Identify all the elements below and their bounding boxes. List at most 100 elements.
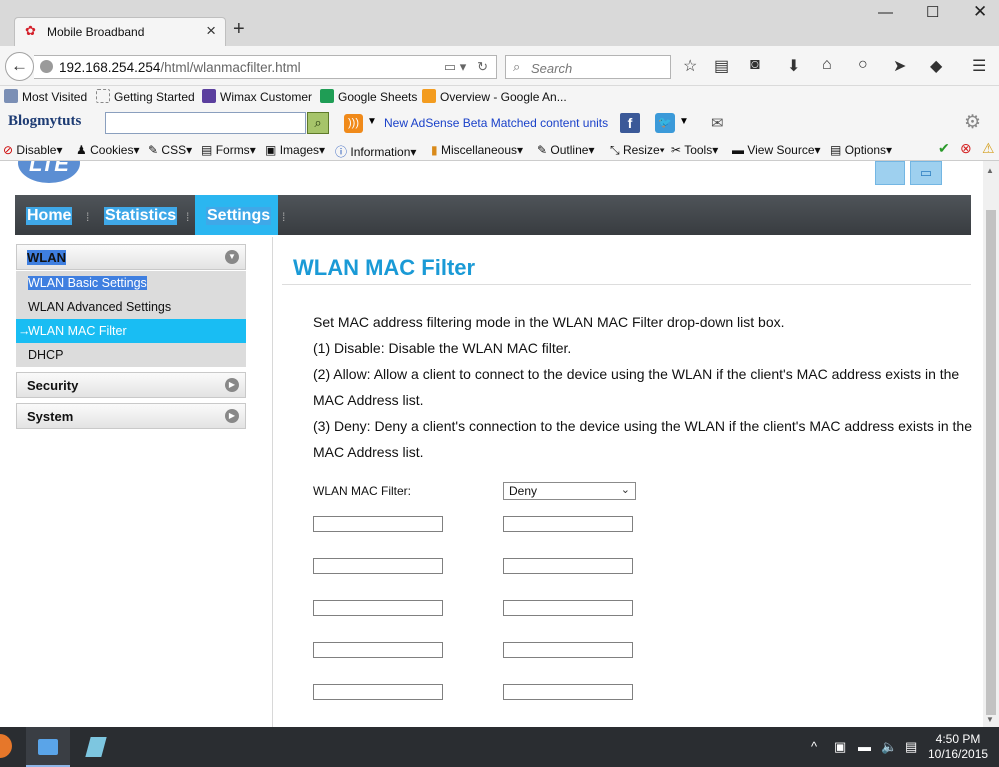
bookmark-star-icon[interactable]: ☆ — [683, 56, 697, 76]
search-input[interactable]: ⌕ Search — [505, 55, 671, 79]
toolbar-search-input[interactable] — [105, 112, 306, 134]
maximize-icon[interactable]: ☐ — [926, 3, 939, 21]
content-divider — [272, 237, 273, 727]
resize-icon: ⤡ — [610, 143, 620, 157]
toolbar-search-button[interactable]: ⌕ — [307, 112, 329, 134]
folder-icon — [4, 89, 18, 103]
sidebar-item-wlan-basic[interactable]: WLAN Basic Settings — [16, 271, 246, 295]
wd-view-source[interactable]: ▬ View Source▾ — [732, 143, 821, 157]
menu-home[interactable]: Home — [26, 207, 73, 225]
outline-icon: ✎ — [537, 143, 548, 157]
scrollbar-thumb[interactable] — [986, 210, 996, 715]
mac-address-input-6[interactable] — [503, 600, 633, 616]
mac-address-input-9[interactable] — [313, 684, 443, 700]
tray-volume-icon[interactable]: 🔈 — [881, 739, 897, 755]
warning-icon[interactable]: ⚠ — [982, 140, 995, 157]
page-icon — [96, 89, 110, 103]
twitter-icon[interactable]: 🐦 — [655, 113, 675, 133]
back-button[interactable]: ← — [5, 52, 34, 81]
tray-battery-icon[interactable]: ▬ — [858, 739, 871, 754]
mac-address-input-8[interactable] — [503, 642, 633, 658]
bookmark-google-sheets[interactable]: Google Sheets — [320, 89, 417, 104]
sidebar-item-wlan-mac-filter[interactable]: → WLAN MAC Filter — [16, 319, 246, 343]
checkmark-icon[interactable]: ✔ — [938, 140, 950, 157]
wd-options[interactable]: ▤ Options▾ — [830, 143, 892, 157]
close-window-icon[interactable]: ✕ — [973, 2, 987, 22]
sidebar-item-wlan-advanced[interactable]: WLAN Advanced Settings — [16, 295, 246, 319]
new-tab-icon[interactable]: + — [233, 18, 245, 41]
mac-address-input-3[interactable] — [313, 558, 443, 574]
app-icon — [38, 739, 58, 755]
reader-view-icon[interactable]: ▭ ▾ ↻ — [444, 59, 488, 75]
wd-images[interactable]: ▣ Images▾ — [265, 143, 325, 157]
notes-taskbar-button[interactable] — [74, 727, 118, 767]
minimize-icon[interactable]: — — [878, 4, 893, 21]
rss-icon[interactable]: ))) — [344, 114, 363, 133]
mac-address-input-10[interactable] — [503, 684, 633, 700]
pocket-icon[interactable]: ◙ — [750, 56, 760, 74]
window-icon[interactable] — [875, 161, 905, 185]
mac-address-input-2[interactable] — [503, 516, 633, 532]
download-icon[interactable]: ⬇ — [787, 56, 800, 76]
wd-disable[interactable]: ⊘ Disable▾ — [3, 143, 62, 157]
scroll-up-icon[interactable]: ▲ — [986, 166, 994, 175]
twitter-dropdown-icon[interactable]: ▼ — [679, 116, 689, 127]
wd-cookies[interactable]: ♟ Cookies▾ — [76, 143, 140, 157]
bookmark-most-visited[interactable]: Most Visited — [4, 89, 87, 104]
sidebar-item-dhcp[interactable]: DHCP — [16, 343, 246, 367]
options-icon: ▤ — [830, 143, 842, 157]
lte-logo: LTE — [18, 161, 80, 183]
bookmark-wimax-customer[interactable]: Wimax Customer — [202, 89, 312, 104]
wd-tools[interactable]: ✂ Tools▾ — [671, 143, 718, 157]
disable-icon: ⊘ — [3, 143, 14, 157]
huawei-logo-icon: ✿ — [25, 23, 36, 38]
network-manager-taskbar-button[interactable] — [26, 727, 70, 767]
mac-filter-select[interactable]: Deny ⌄ — [503, 482, 636, 500]
home-icon[interactable]: ⌂ — [822, 56, 832, 74]
menu-statistics[interactable]: Statistics — [104, 207, 178, 225]
sidebar-system-header[interactable]: System ▶ — [16, 403, 246, 429]
menu-settings[interactable]: Settings — [206, 207, 272, 225]
site-info-icon[interactable] — [40, 60, 53, 73]
monitor-icon[interactable]: ▭ — [910, 161, 942, 185]
tray-network-icon[interactable]: ▣ — [834, 739, 846, 755]
title-bar: ✿ Mobile Broadband × + — ☐ ✕ — [0, 0, 999, 46]
url-bar[interactable]: 192.168.254.254/html/wlanmacfilter.html … — [34, 55, 497, 79]
taskbar-clock[interactable]: 4:50 PM 10/16/2015 — [928, 732, 988, 762]
description-line: (1) Disable: Disable the WLAN MAC filter… — [313, 340, 572, 356]
mac-address-input-1[interactable] — [313, 516, 443, 532]
mac-address-input-7[interactable] — [313, 642, 443, 658]
close-tab-icon[interactable]: × — [206, 21, 216, 41]
rss-dropdown-icon[interactable]: ▼ — [367, 116, 377, 127]
wd-forms[interactable]: ▤ Forms▾ — [201, 143, 256, 157]
description-line: (3) Deny: Deny a client's connection to … — [313, 418, 972, 460]
error-icon[interactable]: ⊗ — [960, 140, 972, 157]
mac-address-input-4[interactable] — [503, 558, 633, 574]
reading-list-icon[interactable]: ▤ — [714, 56, 729, 76]
firefox-taskbar-icon[interactable] — [0, 734, 12, 758]
sidebar-wlan-header[interactable]: WLAN ▼ — [16, 244, 246, 270]
chat-icon[interactable]: ○ — [858, 56, 868, 74]
bookmark-google-analytics[interactable]: Overview - Google An... — [422, 89, 567, 104]
sidebar-security-header[interactable]: Security ▶ — [16, 372, 246, 398]
hamburger-menu-icon[interactable]: ☰ — [972, 56, 986, 76]
send-icon[interactable]: ➤ — [893, 56, 906, 76]
browser-tab[interactable]: ✿ Mobile Broadband × — [14, 17, 226, 46]
sync-icon[interactable]: ◆ — [930, 56, 942, 76]
mac-address-input-5[interactable] — [313, 600, 443, 616]
gear-icon[interactable]: ⚙ — [964, 111, 981, 134]
tray-expand-icon[interactable]: ^ — [811, 739, 817, 754]
tray-notifications-icon[interactable]: ▤ — [905, 739, 917, 755]
wd-miscellaneous[interactable]: ▮ Miscellaneous▾ — [431, 143, 523, 157]
tab-title: Mobile Broadband — [47, 25, 145, 39]
adsense-link[interactable]: New AdSense Beta Matched content units — [384, 116, 608, 130]
wd-information[interactable]: ⓘ Information▾ — [335, 143, 416, 160]
menu-separator: ⁞ — [282, 210, 286, 224]
mail-icon[interactable]: ✉ — [711, 114, 724, 132]
wd-outline[interactable]: ✎ Outline▾ — [537, 143, 594, 157]
bookmark-getting-started[interactable]: Getting Started — [96, 89, 195, 104]
facebook-icon[interactable]: f — [620, 113, 640, 133]
scroll-down-icon[interactable]: ▼ — [986, 715, 994, 724]
wd-resize[interactable]: ⤡ Resize▾ — [610, 143, 665, 158]
wd-css[interactable]: ✎ CSS▾ — [148, 143, 192, 157]
